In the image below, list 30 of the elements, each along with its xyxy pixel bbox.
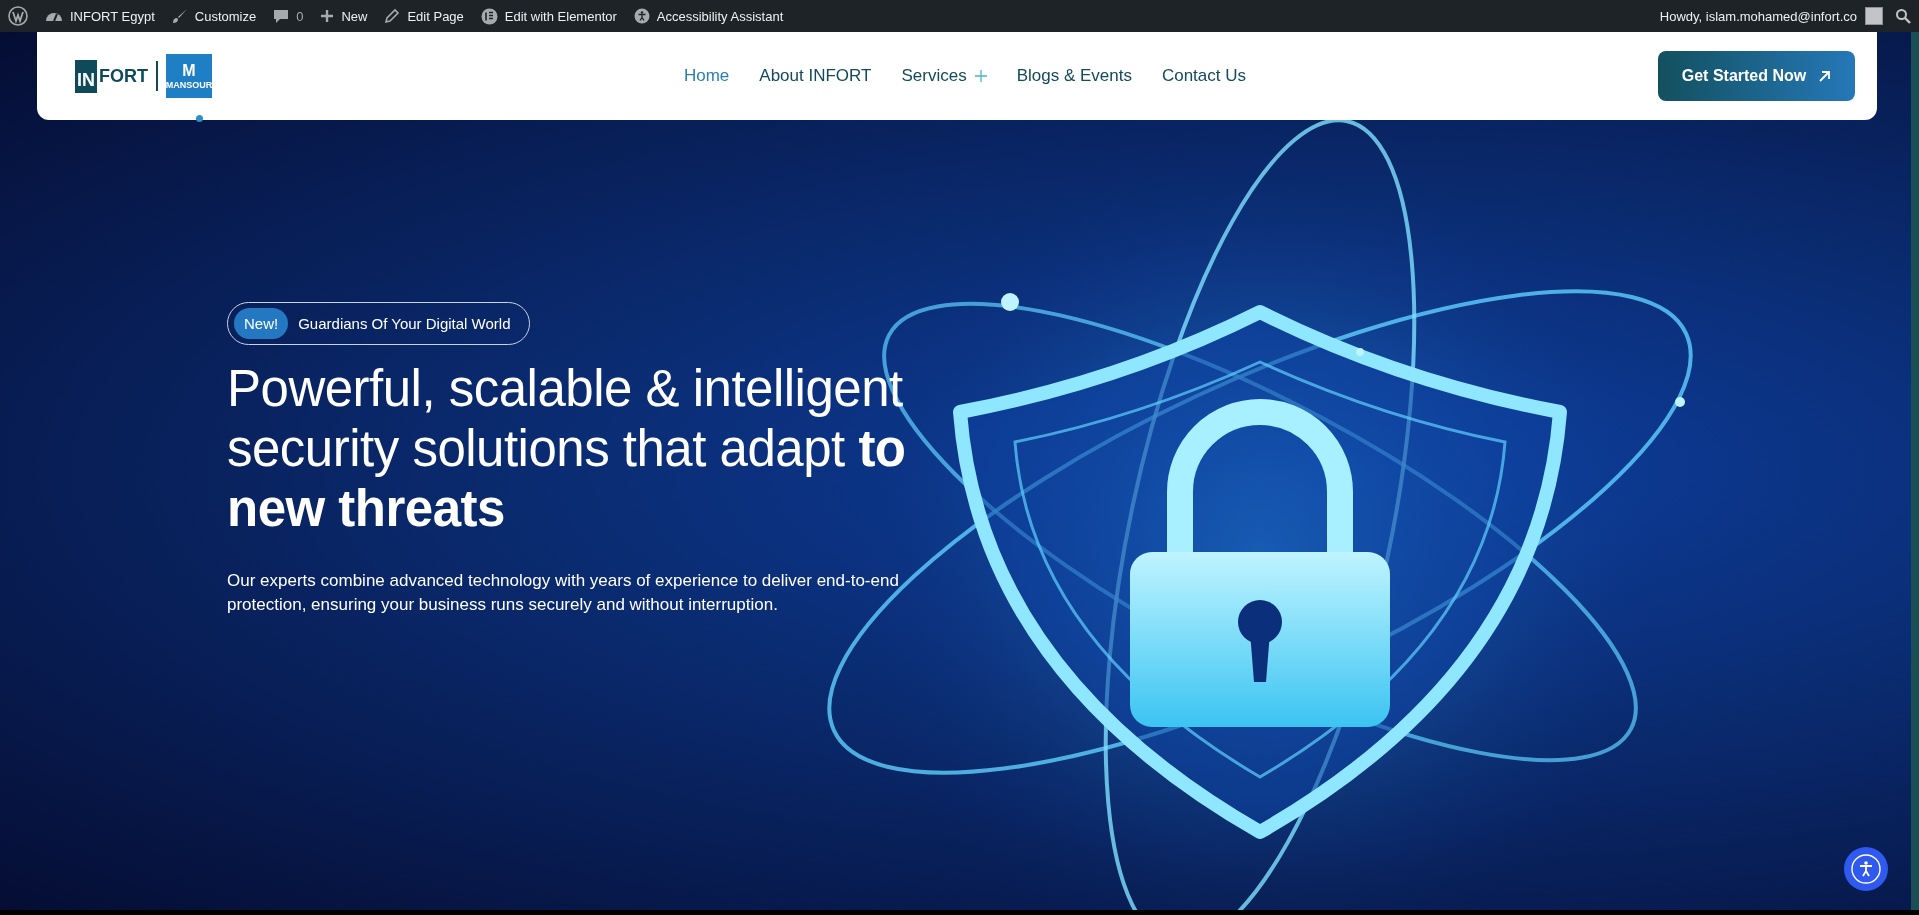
accessibility-icon <box>633 8 650 24</box>
elementor-icon <box>480 7 498 25</box>
admin-bar-item[interactable]: 0 <box>273 8 304 24</box>
speech-bubble-icon <box>273 8 290 24</box>
get-started-button[interactable]: Get Started Now <box>1658 51 1855 101</box>
admin-bar-item[interactable]: Edit Page <box>384 8 464 24</box>
hero-headline: Powerful, scalable & intelligent security solutions that adapt to new threats <box>227 359 907 539</box>
user-greeting[interactable]: Howdy, islam.mohamed@infort.co <box>1659 8 1857 24</box>
site-logo[interactable]: IN FORT M MANSOUR <box>75 54 212 98</box>
search-icon[interactable] <box>1895 8 1911 24</box>
pencil-icon <box>384 8 401 24</box>
brush-icon <box>171 8 188 24</box>
nav-link[interactable]: Home <box>683 66 730 86</box>
admin-bar-item[interactable]: INFORT Egypt <box>45 8 155 24</box>
nav-link[interactable]: Services <box>901 66 987 86</box>
new-badge: New! <box>234 308 289 339</box>
indicator-dot <box>196 115 203 122</box>
admin-bar-item[interactable]: Accessibility Assistant <box>633 8 784 24</box>
wordpress-logo-icon[interactable] <box>8 6 28 26</box>
accessibility-button[interactable] <box>1844 847 1888 891</box>
plus-icon <box>320 9 335 23</box>
admin-bar-item[interactable]: Customize <box>171 8 257 24</box>
tagline-text: Guardians Of Your Digital World <box>298 315 511 332</box>
admin-bar-item[interactable]: Edit with Elementor <box>480 7 617 25</box>
admin-bar-item[interactable]: New <box>320 8 368 24</box>
nav-link[interactable]: About INFORT <box>759 66 872 86</box>
nav-link[interactable]: Contact Us <box>1161 66 1246 86</box>
nav-link[interactable]: Blogs & Events <box>1016 66 1132 86</box>
hero-description: Our experts combine advanced technology with years of experience to deliver end-to-end protection, ensuring your business runs securely and without interruption. <box>227 570 900 616</box>
arrow-up-right-icon <box>1818 69 1832 83</box>
